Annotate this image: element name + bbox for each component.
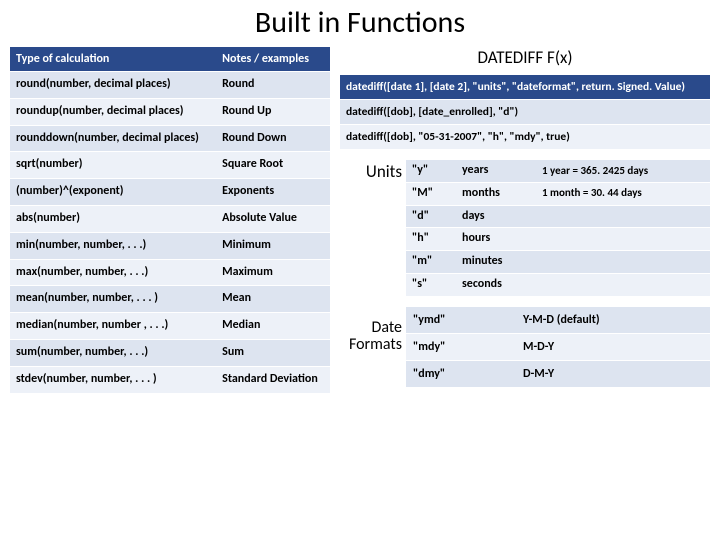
- fn-name: sum(number, number, . . .): [10, 339, 216, 366]
- table-row: "s"seconds: [406, 273, 710, 295]
- fn-name: median(number, number , . . .): [10, 313, 216, 340]
- table-row: median(number, number , . . .)Median: [10, 313, 330, 340]
- df-name: D-M-Y: [516, 360, 710, 387]
- page-title: Built in Functions: [10, 4, 710, 41]
- table-row: (number)^(exponent)Exponents: [10, 179, 330, 206]
- dateformats-table: "ymd"Y-M-D (default) "mdy"M-D-Y "dmy"D-M…: [406, 306, 710, 387]
- table-row: "ymd"Y-M-D (default): [406, 306, 710, 333]
- fn-note: Median: [216, 313, 330, 340]
- table-row: sum(number, number, . . .)Sum: [10, 339, 330, 366]
- unit-note: [536, 205, 710, 228]
- fn-name: roundup(number, decimal places): [10, 98, 216, 125]
- fn-name: abs(number): [10, 205, 216, 232]
- left-column: Type of calculation Notes / examples rou…: [10, 47, 330, 393]
- unit-note: [536, 251, 710, 274]
- datediff-example: datediff([dob], "05-31-2007", "h", "mdy"…: [340, 125, 710, 150]
- fn-note: Exponents: [216, 179, 330, 206]
- table-row: "mdy"M-D-Y: [406, 333, 710, 360]
- table-row: stdev(number, number, . . . )Standard De…: [10, 366, 330, 392]
- unit-code: "M": [406, 182, 456, 205]
- functions-table: Type of calculation Notes / examples rou…: [10, 47, 330, 393]
- functions-header-1: Notes / examples: [216, 47, 330, 72]
- columns: Type of calculation Notes / examples rou…: [10, 47, 710, 393]
- fn-note: Square Root: [216, 152, 330, 179]
- fn-name: (number)^(exponent): [10, 179, 216, 206]
- fn-name: sqrt(number): [10, 152, 216, 179]
- table-row: abs(number)Absolute Value: [10, 205, 330, 232]
- fn-note: Absolute Value: [216, 205, 330, 232]
- fn-note: Round: [216, 72, 330, 99]
- table-row: "h"hours: [406, 228, 710, 251]
- table-row: max(number, number, . . .)Maximum: [10, 259, 330, 286]
- unit-code: "y": [406, 160, 456, 183]
- datediff-syntax: datediff([date 1], [date 2], "units", "d…: [340, 75, 710, 100]
- unit-code: "h": [406, 228, 456, 251]
- fn-name: round(number, decimal places): [10, 72, 216, 99]
- unit-note: [536, 273, 710, 295]
- unit-code: "s": [406, 273, 456, 295]
- dateformats-block: Date Formats "ymd"Y-M-D (default) "mdy"M…: [340, 306, 710, 387]
- fn-note: Round Up: [216, 98, 330, 125]
- table-row: "y"years1 year = 365. 2425 days: [406, 160, 710, 183]
- units-label: Units: [340, 159, 402, 182]
- df-code: "dmy": [406, 360, 516, 387]
- unit-name: months: [456, 182, 536, 205]
- table-row: rounddown(number, decimal places)Round D…: [10, 125, 330, 152]
- dateformats-label: Date Formats: [340, 306, 402, 354]
- slide: Built in Functions Type of calculation N…: [0, 0, 720, 401]
- fn-name: max(number, number, . . .): [10, 259, 216, 286]
- units-block: Units "y"years1 year = 365. 2425 days "M…: [340, 159, 710, 296]
- datediff-table: datediff([date 1], [date 2], "units", "d…: [340, 74, 710, 149]
- functions-header-0: Type of calculation: [10, 47, 216, 72]
- table-row: "dmy"D-M-Y: [406, 360, 710, 387]
- table-row: min(number, number, . . .)Minimum: [10, 232, 330, 259]
- fn-note: Sum: [216, 339, 330, 366]
- unit-name: hours: [456, 228, 536, 251]
- unit-note: 1 month = 30. 44 days: [536, 182, 710, 205]
- unit-name: seconds: [456, 273, 536, 295]
- unit-code: "m": [406, 251, 456, 274]
- fn-name: min(number, number, . . .): [10, 232, 216, 259]
- fn-note: Maximum: [216, 259, 330, 286]
- fn-note: Standard Deviation: [216, 366, 330, 392]
- fn-note: Round Down: [216, 125, 330, 152]
- datediff-example: datediff([dob], [date_enrolled], "d"): [340, 100, 710, 125]
- fn-note: Mean: [216, 286, 330, 313]
- fn-name: stdev(number, number, . . . ): [10, 366, 216, 392]
- table-row: roundup(number, decimal places)Round Up: [10, 98, 330, 125]
- units-table: "y"years1 year = 365. 2425 days "M"month…: [406, 159, 710, 296]
- unit-note: 1 year = 365. 2425 days: [536, 160, 710, 183]
- table-row: sqrt(number)Square Root: [10, 152, 330, 179]
- datediff-title: DATEDIFF F(x): [340, 47, 710, 68]
- table-row: "d"days: [406, 205, 710, 228]
- df-name: M-D-Y: [516, 333, 710, 360]
- df-code: "mdy": [406, 333, 516, 360]
- df-name: Y-M-D (default): [516, 306, 710, 333]
- table-row: "m"minutes: [406, 251, 710, 274]
- unit-name: minutes: [456, 251, 536, 274]
- unit-note: [536, 228, 710, 251]
- table-row: "M"months1 month = 30. 44 days: [406, 182, 710, 205]
- table-row: round(number, decimal places)Round: [10, 72, 330, 99]
- fn-name: rounddown(number, decimal places): [10, 125, 216, 152]
- unit-name: days: [456, 205, 536, 228]
- unit-name: years: [456, 160, 536, 183]
- table-row: mean(number, number, . . . )Mean: [10, 286, 330, 313]
- unit-code: "d": [406, 205, 456, 228]
- fn-name: mean(number, number, . . . ): [10, 286, 216, 313]
- fn-note: Minimum: [216, 232, 330, 259]
- df-code: "ymd": [406, 306, 516, 333]
- right-column: DATEDIFF F(x) datediff([date 1], [date 2…: [340, 47, 710, 387]
